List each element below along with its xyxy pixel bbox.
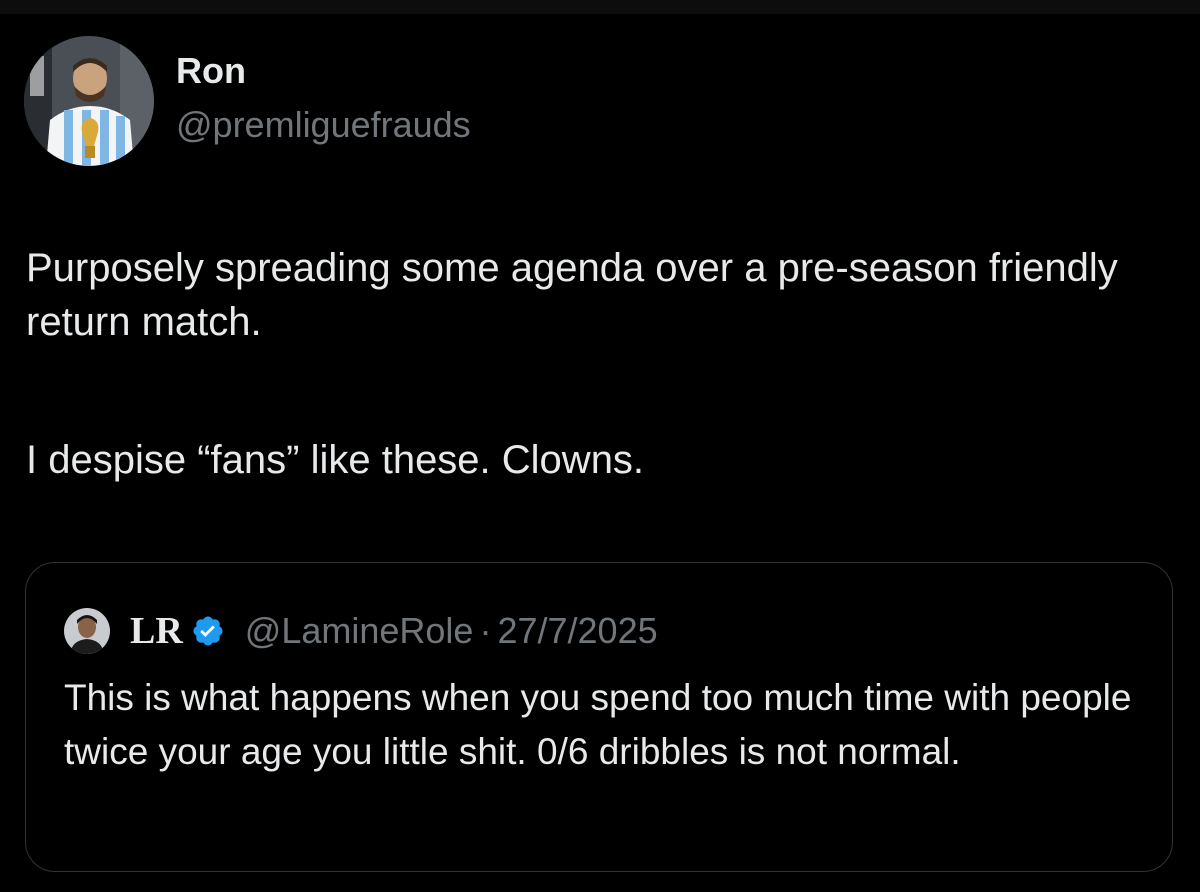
quote-avatar[interactable] — [64, 608, 110, 654]
quote-handle[interactable]: @LamineRole — [245, 610, 474, 652]
verified-badge-icon — [191, 614, 225, 648]
quote-avatar-photo-icon — [64, 608, 110, 654]
quote-tweet-card[interactable]: LR @LamineRole · 27/7/2025 This is what … — [25, 562, 1173, 872]
avatar-photo-icon — [24, 36, 154, 166]
separator-dot: · — [479, 610, 492, 651]
tweet-header: Ron @premliguefrauds — [24, 36, 471, 166]
author-names: Ron @premliguefrauds — [176, 49, 471, 147]
tweet-paragraph: Purposely spreading some agenda over a p… — [26, 246, 1118, 344]
quote-text: This is what happens when you spend too … — [64, 677, 1132, 772]
display-name[interactable]: Ron — [176, 49, 471, 93]
quote-display-name[interactable]: LR — [130, 609, 183, 653]
avatar[interactable] — [24, 36, 154, 166]
tweet-paragraph: I despise “fans” like these. Clowns. — [26, 438, 645, 482]
quote-date[interactable]: 27/7/2025 — [497, 610, 657, 652]
tweet-body: Purposely spreading some agenda over a p… — [26, 241, 1166, 487]
top-strip — [0, 0, 1200, 14]
author-handle[interactable]: @premliguefrauds — [176, 103, 471, 147]
quote-header: LR @LamineRole · 27/7/2025 — [64, 607, 658, 655]
